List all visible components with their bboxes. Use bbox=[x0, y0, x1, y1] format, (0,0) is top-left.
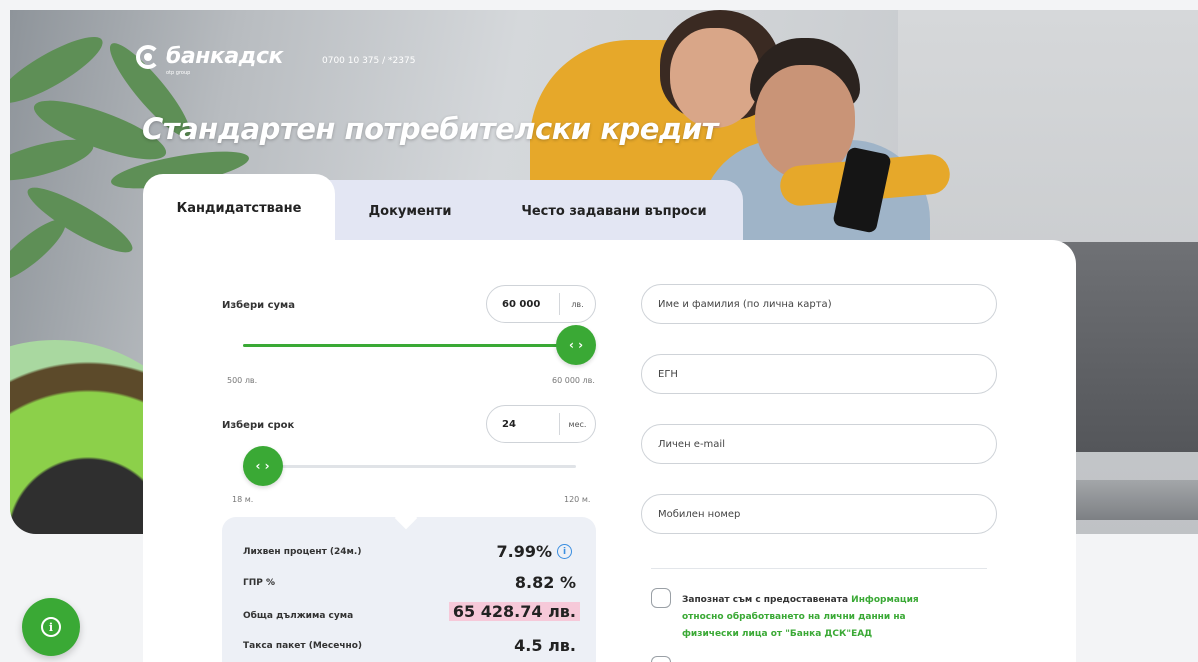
brand-name: банкадск bbox=[166, 44, 283, 69]
info-glyph: i bbox=[562, 546, 567, 557]
term-unit: мес. bbox=[568, 419, 587, 429]
brand-sub: otp group bbox=[166, 70, 191, 76]
amount-label: Избери сума bbox=[222, 300, 295, 311]
info-icon[interactable]: i bbox=[557, 544, 572, 559]
amount-min-label: 500 лв. bbox=[227, 376, 258, 385]
tab-faq[interactable]: Често задавани въпроси bbox=[485, 180, 743, 242]
amount-max-label: 60 000 лв. bbox=[552, 376, 595, 385]
term-slider-handle[interactable]: ‹ › bbox=[242, 446, 283, 486]
form-divider bbox=[651, 568, 987, 569]
term-slider-track[interactable] bbox=[243, 465, 576, 468]
tab-documents[interactable]: Документи bbox=[335, 180, 485, 242]
apr-label: ГПР % bbox=[243, 578, 276, 588]
fab-info-glyph: i bbox=[48, 620, 54, 634]
consent-checkbox[interactable] bbox=[651, 588, 671, 608]
full-name-field[interactable] bbox=[641, 284, 997, 324]
rate-label: Лихвен процент (24м.) bbox=[243, 547, 362, 557]
amount-slider-fill bbox=[243, 344, 576, 347]
chevrons-icon: ‹ › bbox=[255, 459, 270, 473]
term-input[interactable]: 24 мес. bbox=[486, 405, 596, 443]
phone-number[interactable]: 0700 10 375 / *2375 bbox=[322, 56, 415, 66]
tab-bar: Кандидатстване Документи Често задавани … bbox=[143, 174, 743, 242]
fee-value: 4.5 лв. bbox=[514, 636, 576, 655]
term-max-label: 120 м. bbox=[564, 495, 591, 504]
tab-apply[interactable]: Кандидатстване bbox=[143, 174, 335, 242]
dsk-logo-icon bbox=[136, 44, 160, 69]
mobile-field[interactable] bbox=[641, 494, 997, 534]
floating-info-button[interactable]: i bbox=[22, 598, 80, 656]
total-value: 65 428.74 лв. bbox=[448, 602, 580, 621]
consent-text: Запознат съм с предоставената Информация… bbox=[682, 592, 952, 643]
brand-logo[interactable]: банкадск otp group bbox=[136, 44, 283, 76]
amount-input[interactable]: 60 000 лв. bbox=[486, 285, 596, 323]
amount-unit: лв. bbox=[571, 299, 584, 309]
chevrons-icon: ‹ › bbox=[568, 338, 584, 352]
info-circle-icon: i bbox=[41, 617, 61, 637]
fee-label: Такса пакет (Месечно) bbox=[243, 641, 363, 651]
amount-value: 60 000 bbox=[502, 298, 541, 310]
term-label: Избери срок bbox=[222, 420, 295, 431]
apr-value: 8.82 % bbox=[514, 573, 576, 592]
term-min-label: 18 м. bbox=[232, 495, 254, 504]
second-checkbox[interactable] bbox=[651, 656, 671, 662]
consent-prefix: Запознат съм с предоставената bbox=[682, 595, 852, 605]
total-label: Обща дължима сума bbox=[243, 611, 354, 621]
term-value: 24 bbox=[502, 418, 516, 430]
email-field[interactable] bbox=[641, 424, 997, 464]
amount-slider-handle[interactable]: ‹ › bbox=[556, 325, 596, 365]
egn-field[interactable] bbox=[641, 354, 997, 394]
rate-value: 7.99% bbox=[496, 542, 552, 561]
page-title: Стандартен потребителски кредит bbox=[142, 112, 718, 146]
